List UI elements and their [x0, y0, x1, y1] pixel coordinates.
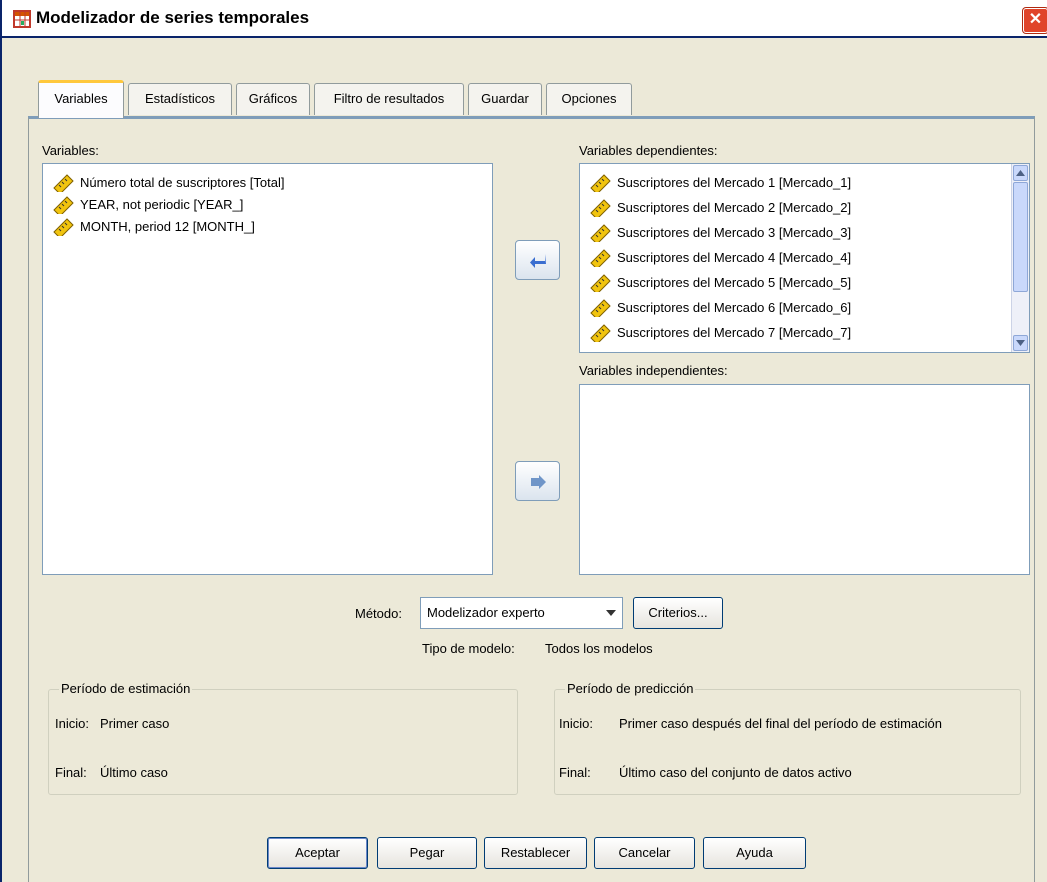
dependent-variables-label: Variables dependientes:	[579, 143, 718, 158]
time-series-modeler-dialog: Modelizador de series temporales ✕ Varia…	[0, 0, 1047, 882]
model-type-label: Tipo de modelo:	[422, 641, 515, 656]
ruler-scale-icon	[590, 174, 611, 192]
list-item-label: Suscriptores del Mercado 6 [Mercado_6]	[617, 300, 852, 315]
ruler-scale-icon	[590, 249, 611, 267]
estimation-end-label: Final:	[55, 765, 87, 780]
list-item-label: MONTH, period 12 [MONTH_]	[80, 219, 255, 234]
list-item-label: YEAR, not periodic [YEAR_]	[80, 197, 244, 212]
ruler-scale-icon	[590, 324, 611, 342]
prediction-period-title: Período de predicción	[565, 681, 696, 696]
ruler-scale-icon	[53, 196, 74, 214]
model-type-value: Todos los modelos	[545, 641, 653, 656]
method-label: Método:	[355, 606, 402, 621]
list-item-label: Suscriptores del Mercado 7 [Mercado_7]	[617, 325, 852, 340]
tab-variables[interactable]: Variables	[38, 80, 124, 118]
tab-statistics[interactable]: Estadísticos	[128, 83, 232, 115]
ok-button[interactable]: Aceptar	[267, 837, 368, 869]
variables-listbox[interactable]: Número total de suscriptores [Total] YEA…	[42, 163, 493, 575]
list-item-label: Suscriptores del Mercado 1 [Mercado_1]	[617, 175, 852, 190]
chevron-down-icon	[606, 610, 616, 616]
ruler-scale-icon	[53, 174, 74, 192]
close-button[interactable]: ✕	[1023, 8, 1047, 33]
scroll-thumb[interactable]	[1013, 182, 1028, 292]
independent-variables-label: Variables independientes:	[579, 363, 728, 378]
prediction-end-label: Final:	[559, 765, 591, 780]
reset-button[interactable]: Restablecer	[484, 837, 587, 869]
close-icon: ✕	[1028, 11, 1043, 28]
dependent-variables-listbox[interactable]: Suscriptores del Mercado 1 [Mercado_1] S…	[579, 163, 1030, 353]
vertical-scrollbar[interactable]	[1011, 164, 1029, 352]
list-item-label: Suscriptores del Mercado 2 [Mercado_2]	[617, 200, 852, 215]
scroll-down-button[interactable]	[1013, 335, 1028, 351]
scroll-up-button[interactable]	[1013, 165, 1028, 181]
arrow-right-icon	[531, 475, 546, 489]
estimation-period-title: Período de estimación	[59, 681, 193, 696]
variables-label: Variables:	[42, 143, 99, 158]
prediction-start-value: Primer caso después del final del períod…	[619, 716, 943, 731]
arrow-left-icon	[530, 254, 546, 268]
criteria-button[interactable]: Criterios...	[633, 597, 723, 629]
method-value: Modelizador experto	[427, 605, 545, 620]
list-item-label: Suscriptores del Mercado 3 [Mercado_3]	[617, 225, 852, 240]
tab-save[interactable]: Guardar	[468, 83, 542, 115]
list-item-label: Suscriptores del Mercado 4 [Mercado_4]	[617, 250, 852, 265]
ruler-scale-icon	[590, 274, 611, 292]
list-item-label: Número total de suscriptores [Total]	[80, 175, 285, 190]
window-title: Modelizador de series temporales	[36, 8, 310, 27]
estimation-start-value: Primer caso	[100, 716, 170, 731]
tab-plots[interactable]: Gráficos	[236, 83, 310, 115]
move-to-independent-button[interactable]	[515, 461, 560, 501]
ruler-scale-icon	[53, 218, 74, 236]
tab-output-filter[interactable]: Filtro de resultados	[314, 83, 464, 115]
help-button[interactable]: Ayuda	[703, 837, 806, 869]
move-to-dependent-button[interactable]	[515, 240, 560, 280]
independent-variables-listbox[interactable]	[579, 384, 1030, 575]
ruler-scale-icon	[590, 199, 611, 217]
tab-options[interactable]: Opciones	[546, 83, 632, 115]
list-item-label: Suscriptores del Mercado 5 [Mercado_5]	[617, 275, 852, 290]
title-bar: Modelizador de series temporales ✕	[2, 0, 1047, 38]
app-grid-icon	[13, 10, 31, 28]
method-dropdown[interactable]: Modelizador experto	[420, 597, 623, 629]
estimation-end-value: Último caso	[100, 765, 168, 780]
ruler-scale-icon	[590, 224, 611, 242]
cancel-button[interactable]: Cancelar	[594, 837, 695, 869]
prediction-end-value: Último caso del conjunto de datos activo	[619, 765, 852, 780]
prediction-start-label: Inicio:	[559, 716, 593, 731]
estimation-start-label: Inicio:	[55, 716, 89, 731]
ruler-scale-icon	[590, 299, 611, 317]
triangle-down-icon	[1016, 340, 1025, 346]
paste-button[interactable]: Pegar	[377, 837, 477, 869]
triangle-up-icon	[1016, 170, 1025, 176]
